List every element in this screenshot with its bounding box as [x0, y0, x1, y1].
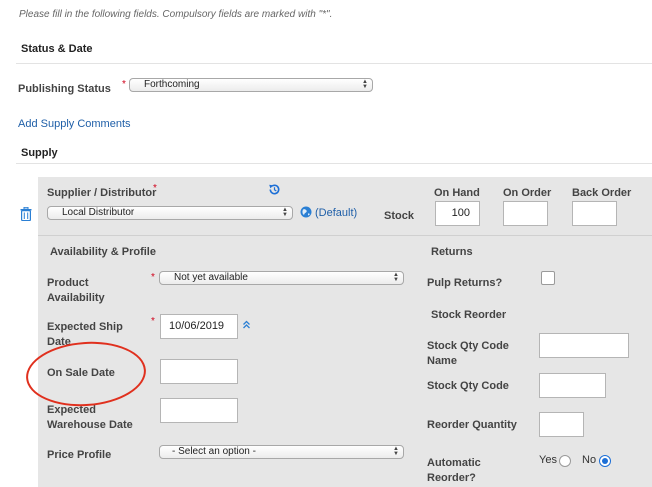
- expected-ship-date-input[interactable]: 10/06/2019: [160, 314, 238, 339]
- supplier-select[interactable]: Local Distributor ▲ ▼: [47, 206, 293, 220]
- stock-label: Stock: [384, 210, 414, 222]
- select-arrows-icon: ▲ ▼: [393, 446, 399, 457]
- expected-warehouse-date-label: Expected Warehouse Date: [47, 403, 133, 432]
- on-hand-label: On Hand: [434, 187, 480, 199]
- label-line: Stock Qty Code: [427, 340, 509, 352]
- stock-qty-code-label: Stock Qty Code: [427, 380, 509, 392]
- on-order-label: On Order: [503, 187, 552, 199]
- stock-qty-code-name-label: Stock Qty Code Name: [427, 339, 509, 368]
- required-marker: *: [151, 316, 155, 327]
- pulp-returns-checkbox[interactable]: [541, 271, 555, 285]
- globe-icon: [300, 206, 312, 221]
- stock-reorder-title: Stock Reorder: [431, 309, 507, 321]
- label-line: Automatic: [427, 457, 481, 469]
- default-label: (Default): [315, 207, 358, 219]
- required-marker: *: [153, 183, 157, 194]
- automatic-reorder-no-radio[interactable]: [599, 455, 611, 467]
- price-profile-value: - Select an option -: [172, 446, 256, 457]
- no-label: No: [582, 454, 597, 466]
- label-line: Reorder?: [427, 472, 476, 484]
- section-title-status-date: Status & Date: [21, 43, 93, 55]
- expected-warehouse-date-input[interactable]: [160, 398, 238, 423]
- publishing-status-label: Publishing Status: [18, 83, 111, 95]
- back-order-input[interactable]: [572, 201, 617, 226]
- pulp-returns-label: Pulp Returns?: [427, 277, 503, 289]
- required-marker: *: [122, 79, 126, 90]
- price-profile-label: Price Profile: [47, 449, 112, 461]
- stock-qty-code-name-input[interactable]: [539, 333, 629, 358]
- select-arrows-icon: ▲ ▼: [282, 207, 288, 218]
- on-order-input[interactable]: [503, 201, 548, 226]
- label-line: Warehouse Date: [47, 419, 133, 431]
- required-marker: *: [151, 272, 155, 283]
- label-line: Product: [47, 277, 89, 289]
- divider: [16, 163, 652, 164]
- returns-title: Returns: [431, 246, 473, 258]
- divider: [38, 235, 652, 236]
- product-availability-label: Product Availability: [47, 276, 105, 305]
- history-icon[interactable]: [268, 183, 281, 199]
- publishing-status-select[interactable]: Forthcoming ▲ ▼: [129, 78, 373, 92]
- supply-panel: [38, 177, 652, 487]
- label-line: Name: [427, 355, 457, 367]
- intro-text: Please fill in the following fields. Com…: [19, 9, 333, 20]
- product-availability-select[interactable]: Not yet available ▲ ▼: [159, 271, 404, 285]
- label-line: Expected Ship: [47, 321, 123, 333]
- double-chevron-up-icon[interactable]: [242, 320, 251, 332]
- on-sale-date-input[interactable]: [160, 359, 238, 384]
- on-hand-input[interactable]: 100: [435, 201, 480, 226]
- select-arrows-icon: ▲ ▼: [362, 79, 368, 90]
- automatic-reorder-yes-radio[interactable]: [559, 455, 571, 467]
- availability-profile-title: Availability & Profile: [50, 246, 156, 258]
- product-availability-value: Not yet available: [174, 272, 248, 283]
- label-line: Availability: [47, 292, 105, 304]
- reorder-quantity-label: Reorder Quantity: [427, 419, 517, 431]
- trash-icon[interactable]: [20, 206, 32, 224]
- automatic-reorder-label: Automatic Reorder?: [427, 456, 481, 485]
- add-supply-comments-link[interactable]: Add Supply Comments: [18, 118, 131, 130]
- stock-qty-code-input[interactable]: [539, 373, 606, 398]
- back-order-label: Back Order: [572, 187, 632, 199]
- publishing-status-value: Forthcoming: [144, 79, 200, 90]
- yes-label: Yes: [539, 454, 557, 466]
- select-arrows-icon: ▲ ▼: [393, 272, 399, 283]
- supplier-value: Local Distributor: [62, 207, 135, 218]
- supplier-label: Supplier / Distributor: [47, 187, 157, 199]
- price-profile-select[interactable]: - Select an option - ▲ ▼: [159, 445, 404, 459]
- divider: [16, 63, 652, 64]
- section-title-supply: Supply: [21, 147, 58, 159]
- reorder-quantity-input[interactable]: [539, 412, 584, 437]
